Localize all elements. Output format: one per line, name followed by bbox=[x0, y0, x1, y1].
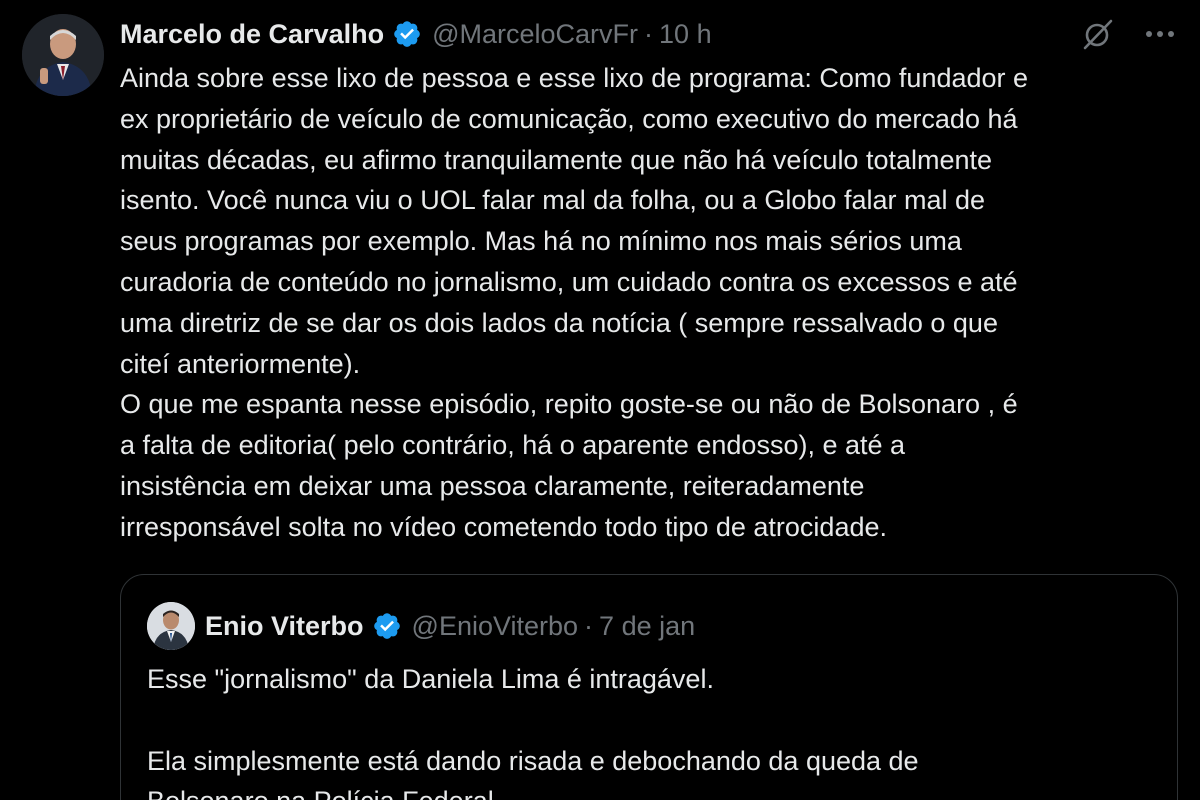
quoted-tweet-text: Esse "jornalismo" da Daniela Lima é intr… bbox=[147, 664, 919, 800]
quoted-tweet[interactable]: Enio Viterbo @EnioViterbo · 7 de jan Esse … bbox=[120, 574, 1178, 800]
more-icon[interactable] bbox=[1142, 16, 1178, 52]
tweet-actions-top bbox=[1080, 16, 1178, 52]
quoted-author-name[interactable]: Enio Viterbo bbox=[205, 611, 364, 642]
tweet-header: Marcelo de Carvalho @MarceloCarvFr · 10 h bbox=[120, 14, 712, 54]
quoted-tweet-header: Enio Viterbo @EnioViterbo · 7 de jan bbox=[147, 602, 696, 650]
author-name[interactable]: Marcelo de Carvalho bbox=[120, 19, 384, 50]
tweet-time[interactable]: 10 h bbox=[659, 19, 712, 49]
tweet-text: Ainda sobre esse lixo de pessoa e esse l… bbox=[120, 63, 1029, 542]
separator-dot: · bbox=[584, 610, 594, 641]
quoted-tweet-time: 7 de jan bbox=[599, 610, 696, 641]
author-handle[interactable]: @MarceloCarvFr bbox=[432, 19, 638, 49]
quoted-tweet-meta: @EnioViterbo · 7 de jan bbox=[412, 611, 696, 642]
verified-badge-icon bbox=[372, 611, 402, 641]
tweet[interactable]: Marcelo de Carvalho @MarceloCarvFr · 10 h bbox=[0, 0, 1200, 800]
tweet-meta: @MarceloCarvFr · 10 h bbox=[432, 19, 712, 50]
grok-icon[interactable] bbox=[1080, 16, 1116, 52]
quoted-author-avatar bbox=[147, 602, 195, 650]
quoted-author-handle: @EnioViterbo bbox=[411, 610, 579, 641]
author-avatar[interactable] bbox=[22, 14, 104, 96]
separator-dot: · bbox=[644, 18, 654, 49]
verified-badge-icon[interactable] bbox=[392, 19, 422, 49]
